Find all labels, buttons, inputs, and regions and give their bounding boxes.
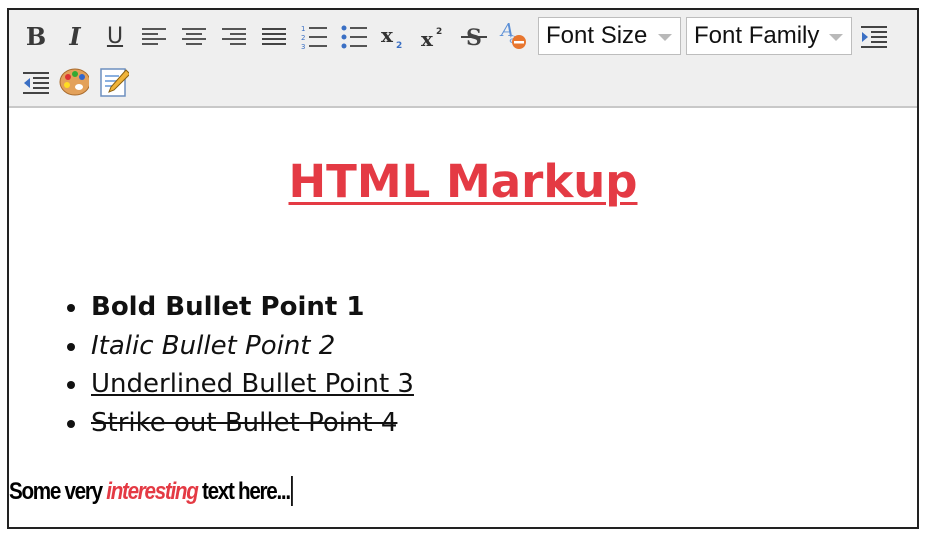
paragraph-text-start: Some very xyxy=(9,478,107,505)
svg-text:2: 2 xyxy=(301,34,305,42)
subscript-icon: x 2 xyxy=(381,23,402,51)
bold-icon: B xyxy=(25,22,47,51)
unordered-list-icon xyxy=(341,25,367,49)
indent-button[interactable] xyxy=(859,22,889,52)
svg-text:1: 1 xyxy=(301,25,305,33)
outdent-icon xyxy=(23,72,49,94)
ordered-list-button[interactable]: 123 xyxy=(299,22,329,52)
rich-text-editor: B I U 123 x 2 x 2 A Font Size Font Famil… xyxy=(7,8,919,529)
list-item-bold: Bold Bullet Point 1 xyxy=(89,288,414,327)
unordered-list-button[interactable] xyxy=(339,22,369,52)
document-heading: HTML Markup xyxy=(288,155,638,208)
align-justify-icon xyxy=(262,28,286,45)
align-justify-button[interactable] xyxy=(259,22,289,52)
italic-button[interactable]: I xyxy=(60,22,90,52)
align-left-button[interactable] xyxy=(139,22,169,52)
font-size-select[interactable]: Font Size xyxy=(538,17,681,55)
svg-text:x: x xyxy=(421,27,434,51)
bold-button[interactable]: B xyxy=(21,22,51,52)
edit-html-button[interactable] xyxy=(99,67,129,97)
svg-text:x: x xyxy=(381,23,394,47)
bullet-list: Bold Bullet Point 1 Italic Bullet Point … xyxy=(49,288,414,442)
indent-icon xyxy=(861,26,887,48)
remove-format-icon: A a xyxy=(499,20,526,49)
editor-content-area[interactable]: HTML Markup Bold Bullet Point 1 Italic B… xyxy=(9,108,917,527)
subscript-button[interactable]: x 2 xyxy=(379,22,409,52)
ordered-list-icon: 123 xyxy=(301,25,327,50)
color-palette-icon xyxy=(59,68,89,96)
align-center-icon xyxy=(182,28,206,45)
color-picker-button[interactable] xyxy=(59,67,89,97)
align-left-icon xyxy=(142,28,166,45)
chevron-down-icon xyxy=(658,34,672,41)
svg-text:2: 2 xyxy=(396,41,402,51)
strikethrough-icon: S xyxy=(461,25,487,51)
list-item-italic: Italic Bullet Point 2 xyxy=(89,327,414,366)
paragraph-text: Some very interesting text here... xyxy=(9,476,294,506)
italic-icon: I xyxy=(69,22,81,51)
list-item-strikeout: Strike out Bullet Point 4 xyxy=(89,404,414,443)
font-size-label: Font Size xyxy=(546,22,648,49)
highlighted-word: interesting xyxy=(106,478,199,505)
underline-button[interactable]: U xyxy=(100,22,130,52)
superscript-button[interactable]: x 2 xyxy=(419,22,449,52)
align-right-button[interactable] xyxy=(219,22,249,52)
svg-text:2: 2 xyxy=(436,27,442,37)
strikethrough-button[interactable]: S xyxy=(459,22,489,52)
list-item-underlined: Underlined Bullet Point 3 xyxy=(89,365,414,404)
svg-text:3: 3 xyxy=(301,43,305,50)
font-family-label: Font Family xyxy=(694,22,820,49)
text-cursor xyxy=(291,476,294,506)
edit-html-icon xyxy=(100,68,129,97)
chevron-down-icon xyxy=(829,34,843,41)
align-center-button[interactable] xyxy=(179,22,209,52)
font-family-select[interactable]: Font Family xyxy=(686,17,852,55)
underline-icon: U xyxy=(106,24,124,49)
paragraph-text-end: text here... xyxy=(197,478,291,505)
outdent-button[interactable] xyxy=(21,68,51,98)
align-right-icon xyxy=(222,28,246,45)
editor-toolbar: B I U 123 x 2 x 2 A Font Size Font Famil… xyxy=(9,10,917,108)
superscript-icon: x 2 xyxy=(421,27,442,51)
remove-format-button[interactable]: A a xyxy=(499,20,529,50)
